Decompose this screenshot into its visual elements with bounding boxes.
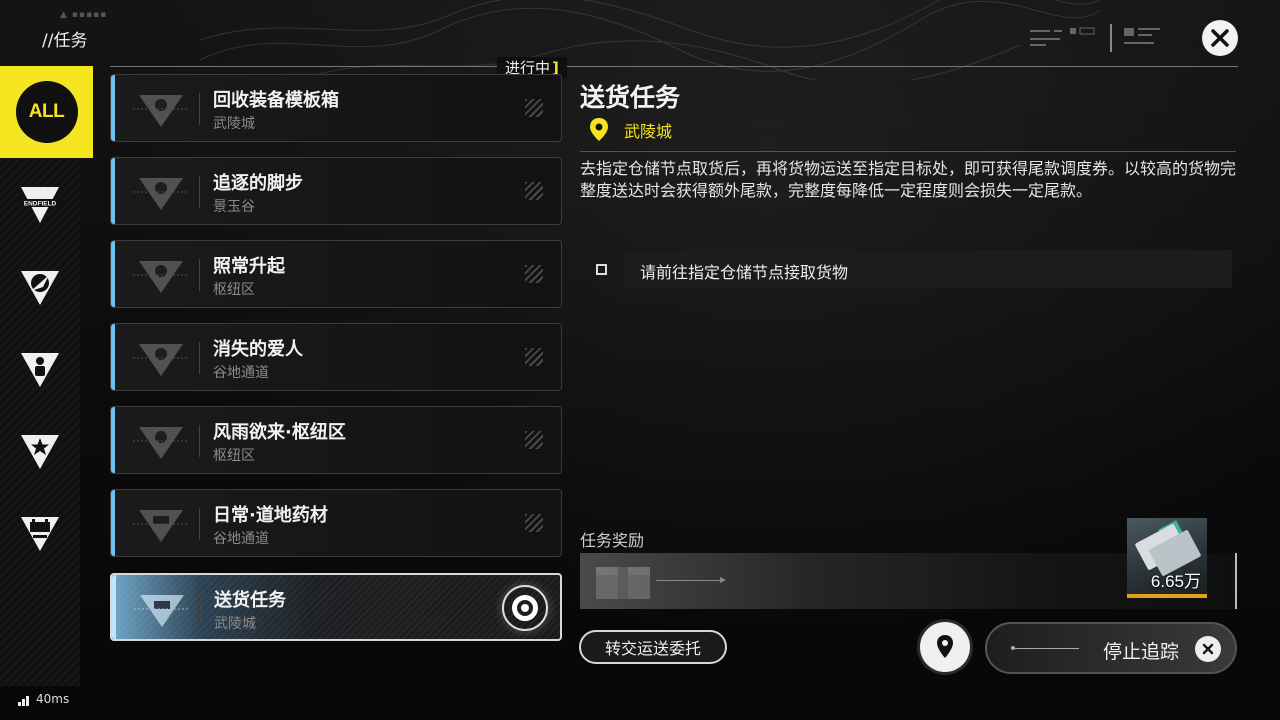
daily-icon (21, 517, 59, 551)
quest-accent (111, 490, 115, 556)
target-icon (512, 595, 538, 621)
quest-separator (199, 425, 200, 457)
reward-arrow-line (656, 580, 724, 581)
quest-item[interactable]: 照常升起 枢纽区 (110, 240, 562, 308)
detail-location-text: 武陵城 (624, 122, 673, 141)
close-icon (1211, 29, 1229, 47)
page-title: //任务 (42, 31, 88, 51)
close-button[interactable] (1202, 20, 1238, 56)
quest-item[interactable]: 风雨欲来·枢纽区 枢纽区 (110, 406, 562, 474)
objective-row: 请前往指定仓储节点接取货物 (580, 250, 1232, 288)
quest-title: 日常·道地药材 (213, 505, 328, 526)
reward-edge (1235, 553, 1237, 609)
daily-quest-icon (133, 510, 189, 542)
hatch-decoration (525, 514, 543, 532)
tracking-target-button[interactable] (502, 585, 548, 631)
quest-title: 送货任务 (214, 590, 286, 611)
quest-type-icon (133, 427, 189, 459)
quest-title: 风雨欲来·枢纽区 (213, 422, 346, 443)
objective-text: 请前往指定仓储节点接取货物 (640, 263, 849, 282)
network-ping: 40ms (18, 692, 69, 706)
quest-location: 枢纽区 (213, 448, 255, 464)
quest-type-icon (133, 95, 189, 127)
stop-tracking-x-icon (1195, 636, 1221, 662)
quest-item-selected[interactable]: 送货任务 武陵城 (110, 573, 562, 641)
compass-icon (21, 271, 59, 305)
reward-item-voucher[interactable]: 6.65万 (1127, 518, 1207, 598)
hud-decoration (1030, 24, 1160, 52)
quest-location: 谷地通道 (213, 531, 269, 547)
stop-tracking-button[interactable]: 停止追踪 (985, 622, 1237, 674)
topographic-decoration (200, 0, 1100, 80)
quest-item[interactable]: 日常·道地药材 谷地通道 (110, 489, 562, 557)
map-pin-icon (937, 635, 953, 658)
divider-top (110, 66, 1238, 67)
hatch-decoration (525, 431, 543, 449)
star-icon (21, 435, 59, 469)
detail-description: 去指定仓储节点取货后，再将货物运送至指定目标处，即可获得尾款调度券。以较高的货物… (580, 159, 1237, 200)
category-all[interactable]: ALL (0, 66, 93, 158)
quest-title: 消失的爱人 (213, 339, 303, 360)
quest-type-icon (133, 344, 189, 376)
reward-quantity: 6.65万 (1150, 572, 1201, 591)
logo-mark-icon: ▲ ▪▪▪▪▪ (60, 10, 108, 20)
category-3[interactable] (0, 336, 80, 400)
stop-tracking-label: 停止追踪 (1103, 641, 1180, 663)
detail-location: 武陵城 (588, 117, 672, 143)
quest-accent (111, 407, 115, 473)
quest-title: 回收装备模板箱 (213, 90, 339, 111)
endfield-label: ENDFIELD (24, 201, 57, 208)
quest-location: 景玉谷 (213, 199, 255, 215)
quest-separator (199, 508, 200, 540)
quest-separator (200, 593, 201, 625)
reward-label: 任务奖励 (580, 531, 645, 550)
detail-title: 送货任务 (580, 83, 681, 112)
quest-item[interactable]: 消失的爱人 谷地通道 (110, 323, 562, 391)
category-5[interactable] (0, 500, 80, 564)
hatch-decoration (525, 182, 543, 200)
signal-icon (18, 696, 30, 706)
reward-arrow-icon (720, 577, 726, 583)
quest-title: 追逐的脚步 (213, 173, 303, 194)
quest-item[interactable]: 追逐的脚步 景玉谷 (110, 157, 562, 225)
person-icon (21, 353, 59, 387)
all-badge: ALL (15, 81, 78, 143)
daily-quest-icon (134, 595, 190, 627)
quest-separator (199, 342, 200, 374)
hatch-decoration (525, 348, 543, 366)
category-endfield[interactable]: ENDFIELD (0, 172, 80, 236)
ping-value: 40ms (36, 692, 70, 706)
quest-type-icon (133, 261, 189, 293)
stop-tracking-line (1011, 646, 1079, 650)
quest-location: 武陵城 (214, 616, 256, 632)
quest-accent (111, 241, 115, 307)
quest-accent (111, 75, 115, 141)
quest-accent (111, 324, 115, 390)
quest-title: 照常升起 (213, 256, 285, 277)
objective-checkbox-icon (596, 264, 607, 275)
category-4[interactable] (0, 418, 80, 482)
quest-accent (112, 575, 116, 639)
quest-location: 武陵城 (213, 116, 255, 132)
quest-separator (199, 93, 200, 125)
transfer-delivery-button[interactable]: 转交运送委托 (579, 630, 727, 664)
quest-item[interactable]: 回收装备模板箱 武陵城 (110, 74, 562, 142)
quest-type-icon (133, 178, 189, 210)
cargo-box-icon (596, 567, 650, 599)
hatch-decoration (525, 265, 543, 283)
quest-accent (111, 158, 115, 224)
hatch-decoration (525, 99, 543, 117)
location-pin-icon (590, 118, 608, 141)
quest-separator (199, 259, 200, 291)
quest-location: 谷地通道 (213, 365, 269, 381)
detail-divider (580, 151, 1236, 152)
map-location-button[interactable] (920, 622, 970, 672)
endfield-icon: ENDFIELD (19, 187, 61, 223)
quest-location: 枢纽区 (213, 282, 255, 298)
category-2[interactable] (0, 254, 80, 318)
quest-separator (199, 176, 200, 208)
